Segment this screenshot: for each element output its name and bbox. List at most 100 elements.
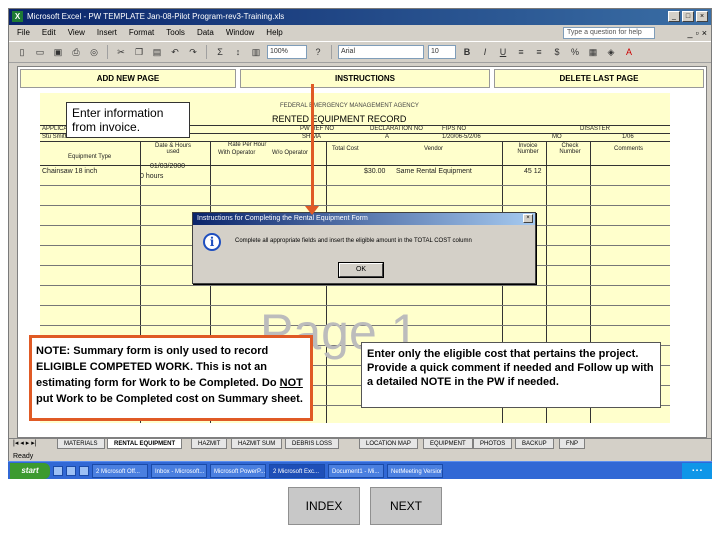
taskbar-item[interactable]: NetMeeting Version... xyxy=(387,463,443,478)
ask-question-input[interactable]: Type a question for help xyxy=(563,27,655,39)
preview-icon[interactable]: ◎ xyxy=(87,45,101,59)
close-button[interactable]: × xyxy=(696,11,708,22)
bold-icon[interactable]: B xyxy=(460,45,474,59)
dialog-close-icon[interactable]: × xyxy=(523,214,533,223)
tab-debris-loss[interactable]: DEBRIS LOSS xyxy=(285,439,340,449)
font-color-icon[interactable]: A xyxy=(622,45,636,59)
delete-last-page-button[interactable]: DELETE LAST PAGE xyxy=(494,69,704,88)
taskbar-item[interactable]: Microsoft PowerP... xyxy=(210,463,266,478)
note-emphasis: NOT xyxy=(279,377,303,389)
autosum-icon[interactable]: Σ xyxy=(213,45,227,59)
tab-equipment[interactable]: EQUIPMENT xyxy=(423,439,473,449)
fill-color-icon[interactable]: ◈ xyxy=(604,45,618,59)
quicklaunch-ie-icon[interactable] xyxy=(53,465,63,476)
form-rule xyxy=(40,165,670,166)
taskbar-item[interactable]: 2 Microsoft Off... xyxy=(92,463,148,478)
menu-edit[interactable]: Edit xyxy=(42,25,56,41)
save-icon[interactable]: ▣ xyxy=(51,45,65,59)
help-icon[interactable]: ? xyxy=(311,45,325,59)
tab-materials[interactable]: MATERIALS xyxy=(57,439,105,449)
menu-file[interactable]: File xyxy=(17,25,30,41)
align-left-icon[interactable]: ≡ xyxy=(514,45,528,59)
print-icon[interactable]: ⎙ xyxy=(69,45,83,59)
callout-arrow-head-icon xyxy=(305,206,319,215)
sheet-tab-bar: |◂ ◂ ▸ ▸| MATERIALS RENTAL EQUIPMENT HAZ… xyxy=(9,438,711,449)
add-new-page-button[interactable]: ADD NEW PAGE xyxy=(20,69,236,88)
borders-icon[interactable]: ▦ xyxy=(586,45,600,59)
header-equipment-type: Equipment Type xyxy=(68,154,112,160)
ok-button[interactable]: OK xyxy=(338,262,384,278)
entry-equipment-type[interactable]: Chainsaw 18 inch xyxy=(42,168,97,175)
italic-icon[interactable]: I xyxy=(478,45,492,59)
workbook-minimize-icon[interactable]: _ xyxy=(688,27,693,39)
quicklaunch-outlook-icon[interactable] xyxy=(79,465,89,476)
header-vendor: Vendor xyxy=(424,146,444,152)
next-button[interactable]: NEXT xyxy=(370,487,442,525)
tab-location-map[interactable]: LOCATION MAP xyxy=(359,439,418,449)
center-icon[interactable]: ≡ xyxy=(532,45,546,59)
summary-note-callout: NOTE: Summary form is only used to recor… xyxy=(29,335,313,421)
menu-data[interactable]: Data xyxy=(197,25,214,41)
copy-icon[interactable]: ❐ xyxy=(132,45,146,59)
entry-invoice[interactable]: 45 12 xyxy=(524,168,542,175)
entry-total-cost[interactable]: $30.00 xyxy=(364,168,385,175)
tab-photos[interactable]: PHOTOS xyxy=(473,439,513,449)
entry-hours[interactable]: 0 hours xyxy=(140,173,163,180)
chart-icon[interactable]: ▥ xyxy=(249,45,263,59)
workbook-close-icon[interactable]: × xyxy=(702,27,707,39)
header-rate: Rate Per Hour xyxy=(228,142,267,148)
sort-icon[interactable]: ↕ xyxy=(231,45,245,59)
applicant-value[interactable]: Stu Smith xyxy=(42,134,68,140)
tab-fnp[interactable]: FNP xyxy=(559,439,585,449)
paste-icon[interactable]: ▤ xyxy=(150,45,164,59)
font-size-select[interactable]: 10 xyxy=(428,45,456,59)
eligible-cost-callout: Enter only the eligible cost that pertai… xyxy=(361,342,661,408)
new-icon[interactable]: ▯ xyxy=(15,45,29,59)
enter-info-callout: Enter information from invoice. xyxy=(66,102,190,138)
tab-hazmit-sum[interactable]: HAZMIT SUM xyxy=(231,439,283,449)
redo-icon[interactable]: ↷ xyxy=(186,45,200,59)
tab-hazmit[interactable]: HAZMIT xyxy=(191,439,228,449)
menu-help[interactable]: Help xyxy=(266,25,282,41)
quicklaunch-desktop-icon[interactable] xyxy=(66,465,76,476)
tab-rental-equipment[interactable]: RENTAL EQUIPMENT xyxy=(107,439,183,449)
dialog-title: Instructions for Completing the Rental E… xyxy=(193,213,535,225)
grid-row-line xyxy=(40,285,670,286)
tab-scroll-arrows-icon[interactable]: |◂ ◂ ▸ ▸| xyxy=(13,439,37,449)
workbook-restore-icon[interactable]: ▫ xyxy=(696,27,699,39)
open-icon[interactable]: ▭ xyxy=(33,45,47,59)
index-button[interactable]: INDEX xyxy=(288,487,360,525)
font-select[interactable]: Arial xyxy=(338,45,424,59)
disaster-number-value[interactable]: 1/06 xyxy=(622,134,634,140)
start-button[interactable]: start xyxy=(10,462,50,479)
form-rule xyxy=(40,141,670,142)
menu-tools[interactable]: Tools xyxy=(166,25,185,41)
tab-backup[interactable]: BACKUP xyxy=(515,439,554,449)
grid-row-line xyxy=(40,185,670,186)
undo-icon[interactable]: ↶ xyxy=(168,45,182,59)
header-total-cost: Total Cost xyxy=(332,146,359,152)
declaration-value[interactable]: A xyxy=(385,134,389,140)
taskbar-item[interactable]: Document1 - Mi... xyxy=(328,463,384,478)
menu-format[interactable]: Format xyxy=(129,25,154,41)
cut-icon[interactable]: ✂ xyxy=(114,45,128,59)
minimize-button[interactable]: _ xyxy=(668,11,680,22)
taskbar-item[interactable]: 2 Microsoft Exc... xyxy=(269,463,325,478)
entry-vendor[interactable]: Same Rental Equipment xyxy=(396,168,472,175)
underline-icon[interactable]: U xyxy=(496,45,510,59)
disaster-state-value[interactable]: MO xyxy=(552,134,562,140)
entry-date[interactable]: 01/03/2000 xyxy=(150,163,185,170)
windows-taskbar: start 2 Microsoft Off... Inbox - Microso… xyxy=(8,461,712,479)
note-text-part: put Work to be Completed cost on Summary… xyxy=(36,393,303,405)
fips-value[interactable]: 1/20/06-5/2/06 xyxy=(442,134,481,140)
percent-icon[interactable]: % xyxy=(568,45,582,59)
currency-icon[interactable]: $ xyxy=(550,45,564,59)
menu-insert[interactable]: Insert xyxy=(97,25,117,41)
taskbar-item[interactable]: Inbox - Microsoft... xyxy=(151,463,207,478)
zoom-select[interactable]: 100% xyxy=(267,45,307,59)
menu-window[interactable]: Window xyxy=(226,25,254,41)
instructions-button[interactable]: INSTRUCTIONS xyxy=(240,69,490,88)
maximize-button[interactable]: □ xyxy=(682,11,694,22)
title-bar: X Microsoft Excel - PW TEMPLATE Jan-08-P… xyxy=(9,9,711,25)
menu-view[interactable]: View xyxy=(68,25,85,41)
